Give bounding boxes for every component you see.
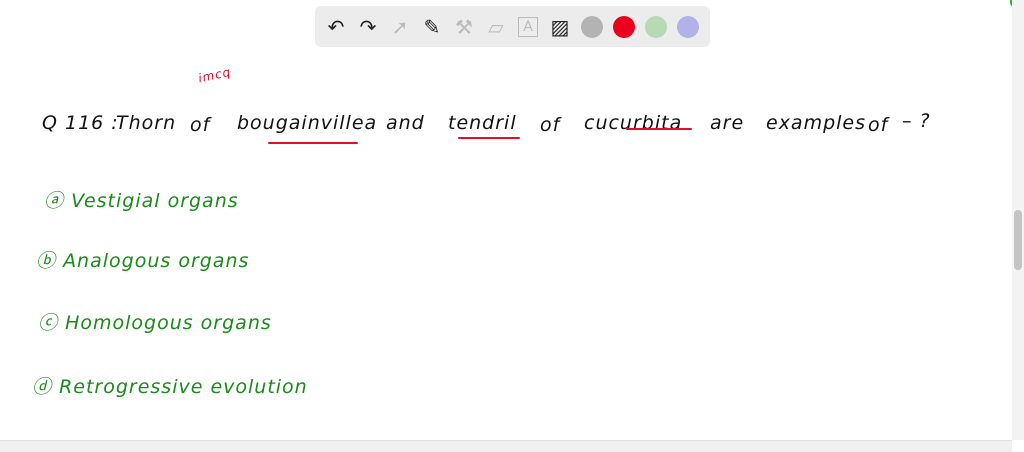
image-icon[interactable]: ▨ [547,14,573,40]
mcq-annotation: imcq [196,64,233,86]
option-a: ⓐ Vestigial organs [44,186,239,213]
option-marker: ⓓ [32,376,53,398]
question-word: Thorn [116,112,177,134]
color-red[interactable] [613,15,635,38]
question-word: are [710,112,745,134]
question-word: of [190,114,211,136]
question-word: of [540,114,561,136]
option-text: Analogous organs [63,250,250,272]
pen-icon[interactable]: ✎ [419,14,445,40]
underline-cucurbita [626,128,692,130]
question-word: tendril [448,112,517,134]
pointer-icon[interactable]: ➚ [387,14,413,40]
option-text: Homologous organs [65,312,272,334]
tools-icon[interactable]: ⚒ [451,14,477,40]
vertical-scrollbar[interactable] [1012,0,1024,440]
question-number: Q 116 : [42,112,119,134]
option-c: ⓒ Homologous organs [38,308,272,335]
question-word: and [386,112,425,134]
drawing-toolbar: ↶ ↷ ➚ ✎ ⚒ ▱ A ▨ [315,6,710,47]
option-marker: ⓒ [38,312,59,334]
option-text: Retrogressive evolution [59,376,308,398]
scrollbar-thumb[interactable] [1014,210,1022,270]
underline-tendril [458,137,520,139]
text-icon[interactable]: A [518,16,538,37]
undo-icon[interactable]: ↶ [323,14,349,40]
underline-bougainvillea [268,142,358,144]
option-d: ⓓ Retrogressive evolution [32,372,308,399]
option-marker: ⓐ [44,190,65,212]
question-word: – ? [902,110,931,132]
eraser-icon[interactable]: ▱ [483,14,509,40]
option-text: Vestigial organs [71,190,239,212]
color-green[interactable] [645,15,667,38]
question-word: bougainvillea [237,112,378,134]
option-b: ⓑ Analogous organs [36,246,249,273]
color-gray[interactable] [581,15,603,38]
question-word: cucurbita [584,112,683,134]
option-marker: ⓑ [36,250,57,272]
redo-icon[interactable]: ↷ [355,14,381,40]
question-word: examples [766,112,867,134]
color-purple[interactable] [677,15,699,38]
horizontal-scrollbar[interactable] [0,440,1012,452]
question-word: of [868,114,889,136]
